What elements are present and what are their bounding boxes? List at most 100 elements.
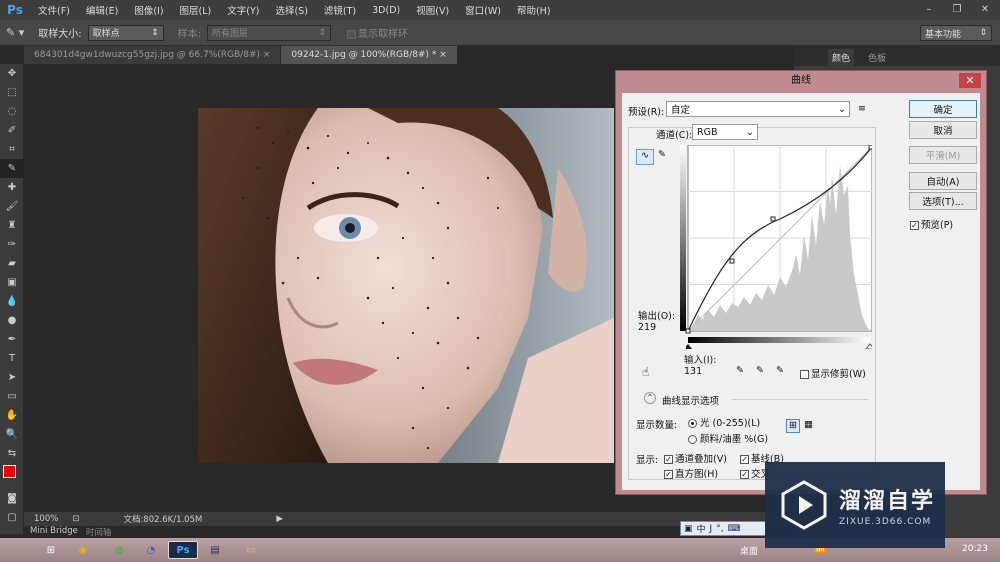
tab-mini-bridge[interactable]: Mini Bridge xyxy=(30,526,78,538)
tab-color[interactable]: 颜色 xyxy=(828,49,855,66)
player-icon[interactable]: ◔ xyxy=(136,541,166,559)
grid-detailed-icon[interactable]: ▦ xyxy=(804,419,813,430)
healing-tool-icon[interactable]: ✚ xyxy=(0,178,24,197)
menu-file[interactable]: 文件(F) xyxy=(30,3,78,17)
crop-tool-icon[interactable]: ⌗ xyxy=(0,140,24,159)
tab-document-1[interactable]: 684301d4gw1dwuzcg55gzj.jpg @ 66.7%(RGB/8… xyxy=(24,46,282,64)
preset-options-icon[interactable]: ≡ xyxy=(858,103,866,114)
pen-tool-icon[interactable]: ✒ xyxy=(0,330,24,349)
menu-select[interactable]: 选择(S) xyxy=(267,3,315,17)
menu-image[interactable]: 图像(I) xyxy=(126,3,171,17)
menu-help[interactable]: 帮助(H) xyxy=(509,3,559,17)
curve-graph[interactable] xyxy=(680,145,872,335)
grid-simple-icon[interactable]: ⊞ xyxy=(786,419,800,433)
menu-filter[interactable]: 滤镜(T) xyxy=(316,3,364,17)
chat-app-icon[interactable]: ◍ xyxy=(104,541,134,559)
tab-swatches[interactable]: 色板 xyxy=(864,49,890,66)
ime-punct[interactable]: °, xyxy=(716,524,723,534)
pencil-icon[interactable]: ✎ xyxy=(658,149,666,160)
browser-icon[interactable]: ◉ xyxy=(68,541,98,559)
eraser-tool-icon[interactable]: ▰ xyxy=(0,254,24,273)
expand-options-icon[interactable]: ⌃ xyxy=(644,392,656,404)
preview-checkbox[interactable]: ✓ 预览(P) xyxy=(910,217,953,231)
output-value[interactable]: 219 xyxy=(638,322,656,333)
tab-document-2[interactable]: 09242-1.jpg @ 100%(RGB/8#) * × xyxy=(281,46,458,64)
show-ring-checkbox[interactable]: 显示取样环 xyxy=(347,25,408,40)
zoom-level[interactable]: 100% xyxy=(34,514,58,524)
dialog-close-icon[interactable]: ✕ xyxy=(959,73,981,88)
video-app-icon[interactable]: ▤ xyxy=(200,541,230,559)
curve-edit-icon[interactable]: ∿ xyxy=(636,149,654,165)
black-eyedropper-icon[interactable]: ✎ xyxy=(736,365,744,376)
ime-logo-icon[interactable]: ▣ xyxy=(684,524,693,534)
white-eyedropper-icon[interactable]: ✎ xyxy=(776,365,784,376)
ime-moon-icon[interactable]: J xyxy=(710,524,713,534)
menu-layer[interactable]: 图层(L) xyxy=(172,3,220,17)
light-radio[interactable]: 光 (0-255)(L) xyxy=(688,415,760,429)
blur-tool-icon[interactable]: 💧 xyxy=(0,292,24,311)
swap-colors-icon[interactable]: ⇆ xyxy=(0,444,24,463)
status-menu-arrow-icon[interactable]: ▶ xyxy=(276,514,283,524)
ime-mode[interactable]: 中 xyxy=(697,522,706,535)
pigment-radio[interactable]: 颜料/油墨 %(G) xyxy=(688,431,768,445)
clock[interactable]: 20:23 xyxy=(962,544,988,554)
brush-tool-icon[interactable]: 🖌 xyxy=(0,197,24,216)
shape-tool-icon[interactable]: ▭ xyxy=(0,387,24,406)
hand-tool-icon[interactable]: ✋ xyxy=(0,406,24,425)
photoshop-taskbar-icon[interactable]: Ps xyxy=(168,541,198,559)
dodge-tool-icon[interactable]: ● xyxy=(0,311,24,330)
minimize-icon[interactable]: – xyxy=(918,4,940,15)
show-clipping-checkbox[interactable]: 显示修剪(W) xyxy=(800,366,866,380)
curve-point[interactable] xyxy=(729,258,735,264)
close-icon[interactable]: × xyxy=(263,50,271,60)
smooth-button[interactable]: 平滑(M) xyxy=(909,146,977,164)
ok-button[interactable]: 确定 xyxy=(909,100,977,118)
screen-mode-icon[interactable]: ▢ xyxy=(0,508,24,527)
menu-type[interactable]: 文字(Y) xyxy=(219,3,267,17)
cancel-button[interactable]: 取消 xyxy=(909,121,977,139)
marquee-tool-icon[interactable]: ⬚ xyxy=(0,83,24,102)
stamp-tool-icon[interactable]: ♜ xyxy=(0,216,24,235)
lasso-tool-icon[interactable]: ◌ xyxy=(0,102,24,121)
restore-icon[interactable]: ❐ xyxy=(946,4,968,15)
quick-mask-icon[interactable]: ◙ xyxy=(0,489,24,508)
start-button-icon[interactable]: ⊞ xyxy=(36,541,66,559)
white-point-slider[interactable] xyxy=(865,343,872,349)
workspace-select[interactable]: 基本功能 ⇕ xyxy=(920,25,992,41)
curve-point[interactable] xyxy=(685,328,691,334)
explorer-icon[interactable]: ▭ xyxy=(236,541,266,559)
gray-eyedropper-icon[interactable]: ✎ xyxy=(756,365,764,376)
preset-select[interactable]: 自定 ⌄ xyxy=(666,101,850,117)
history-brush-icon[interactable]: ✑ xyxy=(0,235,24,254)
channel-select[interactable]: RGB ⌄ xyxy=(692,124,758,140)
move-tool-icon[interactable]: ✥ xyxy=(0,64,24,83)
black-point-slider[interactable] xyxy=(686,344,692,349)
close-icon[interactable]: ✕ xyxy=(974,4,996,15)
options-button[interactable]: 选项(T)... xyxy=(909,192,977,210)
curve-point[interactable] xyxy=(868,145,872,150)
eyedropper-tool-icon[interactable]: ✎ xyxy=(0,159,24,178)
input-value[interactable]: 131 xyxy=(684,366,702,377)
menu-3d[interactable]: 3D(D) xyxy=(364,5,408,16)
tab-timeline[interactable]: 时间轴 xyxy=(86,526,112,538)
eyedropper-tool-icon[interactable]: ✎ ▾ xyxy=(6,26,24,39)
target-adjust-hand-icon[interactable]: ☝ xyxy=(642,365,649,379)
sample-size-select[interactable]: 取样点 ⇕ xyxy=(87,24,164,41)
color-swatches[interactable] xyxy=(0,463,23,489)
zoom-tool-icon[interactable]: 🔍 xyxy=(0,425,24,444)
input-gradient-bar[interactable] xyxy=(686,337,872,349)
curve-point[interactable] xyxy=(770,216,776,222)
menu-window[interactable]: 窗口(W) xyxy=(457,3,509,17)
close-icon[interactable]: × xyxy=(439,50,447,60)
desktop-label[interactable]: 桌面 xyxy=(740,544,758,557)
menu-edit[interactable]: 编辑(E) xyxy=(78,3,126,17)
histogram-checkbox[interactable]: ✓ 直方图(H) xyxy=(664,466,718,480)
gradient-tool-icon[interactable]: ▣ xyxy=(0,273,24,292)
channel-overlay-checkbox[interactable]: ✓ 通道叠加(V) xyxy=(664,451,727,465)
keyboard-icon[interactable]: ⌨ xyxy=(728,524,741,534)
sample-select[interactable]: 所有图层 ⇕ xyxy=(207,24,331,41)
path-select-icon[interactable]: ➤ xyxy=(0,368,24,387)
foreground-color[interactable] xyxy=(3,465,16,478)
menu-view[interactable]: 视图(V) xyxy=(408,3,457,17)
auto-button[interactable]: 自动(A) xyxy=(909,172,977,190)
